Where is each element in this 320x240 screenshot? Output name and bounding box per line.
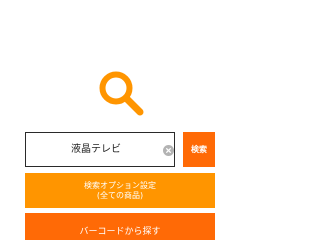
search-input[interactable]: 液晶テレビ	[25, 132, 175, 167]
magnifier-icon	[96, 68, 146, 118]
search-input-value: 液晶テレビ	[71, 144, 121, 155]
clear-x-icon[interactable]	[163, 145, 174, 156]
search-screen: 液晶テレビ 検索 検索オプション設定 (全ての商品) バーコードから探す	[0, 0, 240, 240]
barcode-search-button[interactable]: バーコードから探す	[25, 213, 215, 240]
search-options-label: 検索オプション設定	[84, 180, 156, 190]
search-options-scope: (全ての商品)	[96, 190, 144, 200]
search-row: 液晶テレビ 検索	[25, 132, 215, 167]
search-options-button[interactable]: 検索オプション設定 (全ての商品)	[25, 173, 215, 208]
search-button[interactable]: 検索	[183, 132, 215, 167]
